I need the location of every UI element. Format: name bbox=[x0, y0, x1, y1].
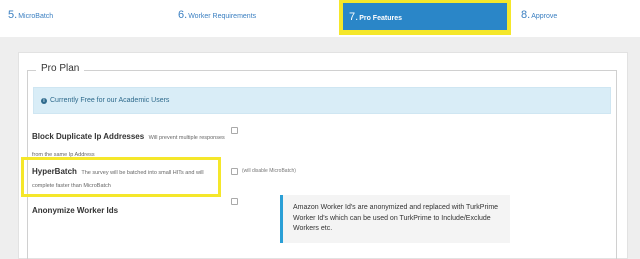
option-label: Block Duplicate Ip Addresses bbox=[32, 132, 145, 141]
step-microbatch[interactable]: 5.MicroBatch bbox=[8, 9, 53, 21]
hyperbatch-option: HyperBatch The survey will be batched in… bbox=[32, 165, 217, 191]
info-alert: i Currently Free for our Academic Users bbox=[33, 87, 611, 114]
step-number: 6. bbox=[178, 9, 188, 21]
step-label: Pro Features bbox=[359, 15, 402, 22]
hyperbatch-checkbox[interactable] bbox=[231, 168, 238, 175]
anonymize-worker-ids-checkbox[interactable] bbox=[231, 198, 238, 205]
option-label: Anonymize Worker Ids bbox=[32, 206, 119, 215]
step-worker-requirements[interactable]: 6.Worker Requirements bbox=[178, 9, 256, 21]
option-label: HyperBatch bbox=[32, 167, 77, 176]
block-duplicate-ip-checkbox[interactable] bbox=[231, 127, 238, 134]
step-pro-features[interactable]: 7.Pro Features bbox=[343, 3, 507, 30]
info-icon: i bbox=[41, 98, 47, 104]
anonymize-worker-ids-option: Anonymize Worker Ids bbox=[32, 200, 227, 218]
alert-text: Currently Free for our Academic Users bbox=[50, 97, 170, 104]
step-label: Approve bbox=[531, 13, 558, 20]
step-number: 7. bbox=[349, 11, 359, 23]
anonymize-callout: Amazon Worker Id's are anonymized and re… bbox=[280, 195, 510, 243]
step-navigation: 5.MicroBatch 6.Worker Requirements 7.Pro… bbox=[0, 0, 640, 37]
step-label: Worker Requirements bbox=[188, 13, 257, 20]
pro-plan-legend: Pro Plan bbox=[36, 63, 85, 74]
step-approve[interactable]: 8.Approve bbox=[521, 9, 557, 21]
hyperbatch-note: (will disable MicroBatch) bbox=[242, 168, 296, 174]
step-label: MicroBatch bbox=[18, 13, 54, 20]
step-number: 8. bbox=[521, 9, 531, 21]
step-number: 5. bbox=[8, 9, 18, 21]
callout-text: Amazon Worker Id's are anonymized and re… bbox=[293, 204, 499, 232]
